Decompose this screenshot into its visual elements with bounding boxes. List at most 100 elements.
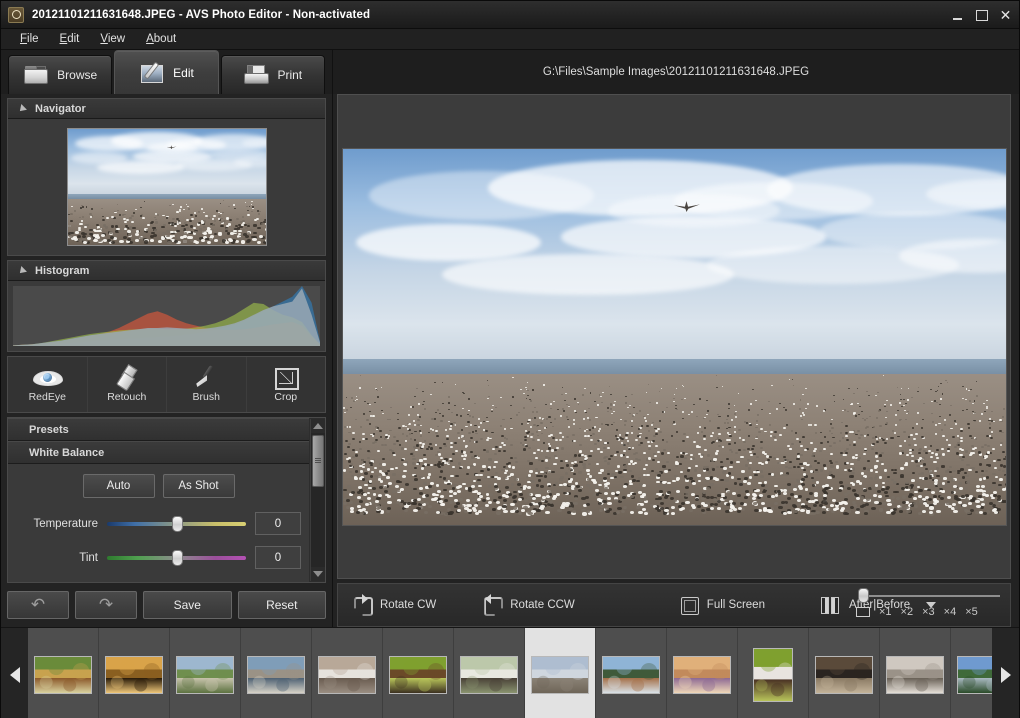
mode-tabs: Browse Edit Print <box>1 50 332 94</box>
filmstrip-thumbnail[interactable] <box>809 628 880 718</box>
tab-browse[interactable]: Browse <box>8 55 112 94</box>
temperature-value[interactable]: 0 <box>255 512 301 535</box>
filmstrip-prev-button[interactable] <box>1 628 28 718</box>
wb-as-shot-button[interactable]: As Shot <box>163 474 235 498</box>
zoom-x4-label[interactable]: ×4 <box>944 606 957 618</box>
histogram-header[interactable]: Histogram <box>8 261 325 281</box>
menu-file[interactable]: File <box>11 31 48 48</box>
filmstrip-thumbnail[interactable] <box>880 628 951 718</box>
close-button[interactable]: ✕ <box>998 8 1013 23</box>
thumbnail-image <box>34 656 92 694</box>
filmstrip-thumbnail[interactable] <box>596 628 667 718</box>
tool-brush[interactable]: Brush <box>167 357 247 412</box>
wb-auto-button[interactable]: Auto <box>83 474 155 498</box>
tint-value[interactable]: 0 <box>255 546 301 569</box>
rotate-cw-button[interactable]: Rotate CW <box>352 595 436 615</box>
filmstrip-thumbnail[interactable] <box>383 628 454 718</box>
filmstrip-thumbnail[interactable] <box>312 628 383 718</box>
menu-about-rest: bout <box>154 33 176 45</box>
filmstrip-thumbnail[interactable] <box>738 628 809 718</box>
zoom-slider[interactable] <box>854 588 1000 604</box>
navigator-preview[interactable] <box>67 128 267 246</box>
thumbnail-image <box>460 656 518 694</box>
tab-print[interactable]: Print <box>221 55 325 94</box>
app-camera-icon <box>8 7 24 23</box>
minimize-button[interactable] <box>950 8 965 23</box>
tint-knob[interactable] <box>172 550 183 566</box>
temperature-slider[interactable] <box>107 516 246 532</box>
filmstrip-thumbnail[interactable] <box>951 628 992 718</box>
folder-icon <box>23 64 49 86</box>
temperature-row: Temperature 0 <box>16 512 301 535</box>
filmstrip-thumbnail[interactable] <box>99 628 170 718</box>
caret-up-icon <box>313 423 323 429</box>
tab-edit[interactable]: Edit <box>114 50 218 94</box>
menu-view-rest: iew <box>108 33 125 45</box>
presets-title: Presets <box>29 424 69 436</box>
filmstrip-next-button[interactable] <box>992 628 1019 718</box>
thumbnail-image <box>105 656 163 694</box>
rotate-ccw-icon <box>482 595 502 615</box>
redo-button[interactable]: ↷ <box>75 591 137 619</box>
menu-about[interactable]: About <box>137 31 185 48</box>
thumbnail-image <box>389 656 447 694</box>
adjustments-scroll-area: Presets White Balance Auto As Shot Tempe… <box>8 418 325 582</box>
reset-button[interactable]: Reset <box>238 591 327 619</box>
scrollbar-thumb[interactable] <box>312 435 324 487</box>
menu-edit-rest: dit <box>67 33 79 45</box>
tint-slider[interactable] <box>107 550 246 566</box>
presets-header[interactable]: Presets <box>8 418 309 441</box>
filmstrip-thumbnail[interactable] <box>667 628 738 718</box>
full-screen-icon <box>679 595 699 615</box>
scroll-down-button[interactable] <box>311 567 325 581</box>
menu-view[interactable]: View <box>91 31 134 48</box>
scroll-up-button[interactable] <box>311 419 325 433</box>
fit-to-window-icon[interactable] <box>856 607 870 617</box>
thumbnail-image <box>531 656 589 694</box>
white-balance-body: Auto As Shot Temperature 0 Tint 0 <box>8 464 309 582</box>
zoom-knob[interactable] <box>858 588 869 603</box>
full-screen-button[interactable]: Full Screen <box>679 595 765 615</box>
zoom-x2-label[interactable]: ×2 <box>901 606 914 618</box>
undo-button[interactable]: ↶ <box>7 591 69 619</box>
zoom-track <box>860 595 1000 597</box>
thumbnail-image <box>247 656 305 694</box>
tool-redeye[interactable]: RedEye <box>8 357 88 412</box>
main-photo[interactable] <box>342 148 1007 526</box>
navigator-title: Navigator <box>35 103 86 115</box>
scrollbar-shaft[interactable] <box>311 433 325 567</box>
histogram-panel: Histogram <box>7 260 326 352</box>
filmstrip-thumbnail[interactable] <box>28 628 99 718</box>
filmstrip-thumbnail[interactable] <box>170 628 241 718</box>
tool-brush-label: Brush <box>193 391 220 403</box>
tab-browse-label: Browse <box>57 68 97 82</box>
arrow-left-icon <box>10 667 20 683</box>
grip-icon <box>315 458 321 464</box>
filmstrip-thumbnail[interactable] <box>454 628 525 718</box>
eye-icon <box>33 366 61 388</box>
menu-edit[interactable]: Edit <box>51 31 89 48</box>
tool-retouch[interactable]: Retouch <box>88 357 168 412</box>
navigator-scene <box>68 129 266 245</box>
adjustments-scrollbar[interactable] <box>310 419 324 581</box>
white-balance-header[interactable]: White Balance <box>8 441 309 464</box>
right-panel: G:\Files\Sample Images\20121101211631648… <box>333 50 1019 627</box>
adjustments-content: Presets White Balance Auto As Shot Tempe… <box>8 418 325 582</box>
filmstrip <box>1 627 1019 718</box>
temperature-knob[interactable] <box>172 516 183 532</box>
zoom-x1-label[interactable]: ×1 <box>879 606 892 618</box>
maximize-button[interactable] <box>974 8 989 23</box>
filmstrip-thumbnail[interactable] <box>241 628 312 718</box>
zoom-x3-label[interactable]: ×3 <box>922 606 935 618</box>
filmstrip-thumbnail[interactable] <box>525 628 596 718</box>
chevron-down-icon <box>17 104 27 114</box>
tool-crop[interactable]: Crop <box>247 357 326 412</box>
save-button[interactable]: Save <box>143 591 232 619</box>
navigator-header[interactable]: Navigator <box>8 99 325 119</box>
wb-button-row: Auto As Shot <box>16 474 301 498</box>
image-canvas[interactable] <box>337 94 1011 579</box>
main-body: Browse Edit Print Navigator Histogram Re… <box>1 50 1019 718</box>
zoom-x5-label[interactable]: ×5 <box>965 606 978 618</box>
rotate-ccw-button[interactable]: Rotate CCW <box>482 595 575 615</box>
menu-bar: File Edit View About <box>1 29 1019 50</box>
